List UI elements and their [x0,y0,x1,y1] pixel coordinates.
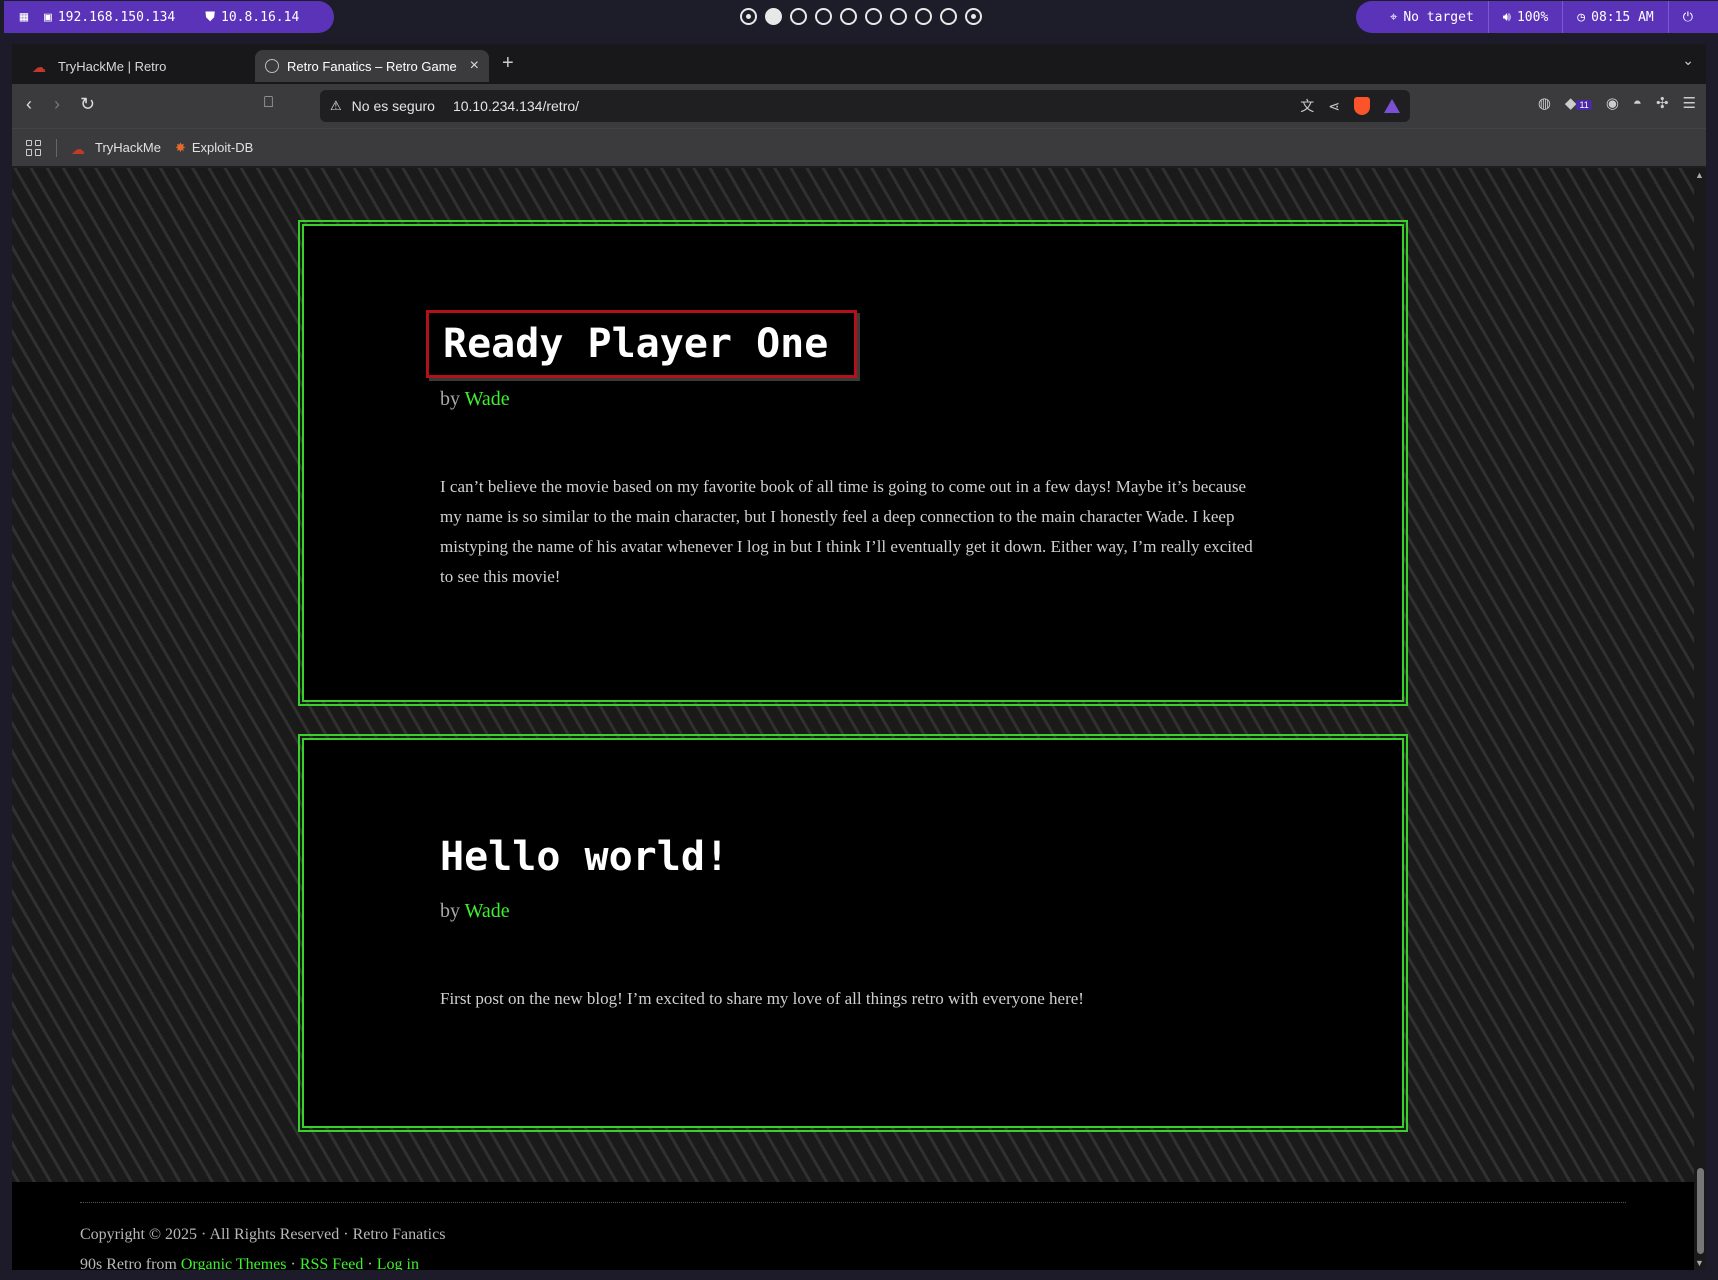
site-footer: Copyright © 2025 · All Rights Reserved ·… [12,1182,1694,1270]
address-bar[interactable]: ⚠ No es seguro 10.10.234.134/retro/ 文 ⋖ [320,90,1410,122]
workspace-4[interactable] [815,8,832,25]
menu-icon[interactable]: ☰ [1683,94,1696,112]
close-tab-icon[interactable]: × [470,57,479,75]
network-info-pill: ▦ ▣ 192.168.150.134 ⛊ 10.8.16.14 [4,1,334,33]
workspace-2[interactable] [765,8,782,25]
tab-retro-fanatics[interactable]: Retro Fanatics – Retro Game × [255,50,489,82]
ip-vpn: ⛊ 10.8.16.14 [205,9,300,25]
wappalyzer-icon[interactable]: ◍ [1538,94,1551,112]
workspace-9[interactable] [940,8,957,25]
post-title[interactable]: Ready Player One [426,310,858,378]
page-viewport[interactable]: Ready Player One by Wade I can’t believe… [12,168,1694,1270]
bookmark-icon[interactable]: ⎕ [264,94,273,111]
tab-list-chevron-icon[interactable]: ⌄ [1682,52,1694,69]
url-text[interactable]: 10.10.234.134/retro/ [453,98,579,114]
post-hello-world: Hello world! by Wade First post on the n… [298,734,1408,1132]
monitor-icon: ▣ [44,9,52,25]
system-bar: ▦ ▣ 192.168.150.134 ⛊ 10.8.16.14 ⌖ No targe… [0,0,1718,36]
browser-toolbar: ‹ › ↻ ⎕ ⚠ No es seguro 10.10.234.134/ret… [12,84,1706,128]
crosshair-icon: ⌖ [1390,9,1398,25]
organic-themes-link[interactable]: Organic Themes [181,1256,287,1270]
login-link[interactable]: Log in [377,1256,419,1270]
speaker-icon: 🔊︎ [1502,9,1511,25]
bookmark-exploit-db[interactable]: ✸ Exploit-DB [175,140,253,156]
exploit-db-icon: ✸ [174,139,186,155]
scroll-down-icon[interactable]: ▼ [1695,1258,1704,1268]
status-pill: ⌖ No target 🔊︎ 100% ◷ 08:15 AM ⏻ [1356,1,1718,33]
post-byline: by Wade [440,388,510,410]
post-title-wrap: Hello world! [426,828,743,886]
warning-icon: ⚠ [330,98,342,113]
vertical-scrollbar[interactable]: ▲ ▼ [1694,168,1706,1270]
workspace-1[interactable] [740,8,757,25]
tab-label: TryHackMe | Retro [58,58,167,74]
tab-strip: ☁ TryHackMe | Retro Retro Fanatics – Ret… [12,44,1706,84]
workspace-switcher [740,8,982,25]
bookmarks-bar: ☁ TryHackMe ✸ Exploit-DB [12,128,1706,166]
tryhackme-logo-icon: ☁ [32,59,46,75]
browser-window: ☁ TryHackMe | Retro Retro Fanatics – Ret… [12,44,1706,1270]
brave-rewards-icon[interactable] [1384,99,1400,113]
workspace-3[interactable] [790,8,807,25]
workspace-5[interactable] [840,8,857,25]
share-icon[interactable]: ⋖ [1328,98,1340,115]
shield-icon: ⛊ [205,9,215,25]
power-button[interactable]: ⏻ [1667,1,1707,33]
ip-primary: ▣ 192.168.150.134 [44,9,176,25]
tab-tryhackme[interactable]: ☁ TryHackMe | Retro [22,50,256,82]
clock-icon: ◷ [1577,9,1586,25]
tryhackme-logo-icon: ☁ [71,140,85,157]
tab-label: Retro Fanatics – Retro Game [287,58,457,74]
forward-button[interactable]: › [54,94,60,115]
footer-credits: 90s Retro from Organic Themes · RSS Feed… [80,1256,419,1270]
post-body: I can’t believe the movie based on my fa… [440,477,1253,586]
clock: ◷ 08:15 AM [1562,1,1667,33]
new-tab-button[interactable]: + [502,52,514,75]
volume-indicator[interactable]: 🔊︎ 100% [1487,1,1563,33]
workspace-10[interactable] [965,8,982,25]
scrollbar-thumb[interactable] [1697,1168,1704,1254]
target-indicator[interactable]: ⌖ No target [1376,1,1488,33]
cookie-icon[interactable]: ◉ [1606,94,1619,112]
post-title[interactable]: Hello world! [426,828,743,886]
extension-badge-icon[interactable]: ◆ 11 [1565,94,1592,112]
reload-button[interactable]: ↻ [80,94,95,115]
apps-menu-icon[interactable]: ▦ [4,9,44,25]
bookmark-separator [56,138,57,157]
workspace-8[interactable] [915,8,932,25]
author-link[interactable]: Wade [465,900,510,922]
workspace-7[interactable] [890,8,907,25]
footer-copyright: Copyright © 2025 · All Rights Reserved ·… [80,1226,446,1243]
extensions-area: ◍ ◆ 11 ◉ ◓ ✣ ☰ [1538,94,1696,113]
hat-icon[interactable]: ◓ [1633,95,1642,112]
rss-feed-link[interactable]: RSS Feed [300,1256,364,1270]
back-button[interactable]: ‹ [26,94,32,115]
translate-icon[interactable]: 文 [1300,96,1314,116]
brave-shields-icon[interactable] [1354,97,1370,115]
apps-grid-icon[interactable] [26,139,42,156]
post-body: First post on the new blog! I’m excited … [440,989,1084,1008]
globe-icon [265,59,279,73]
workspace-6[interactable] [865,8,882,25]
bookmark-tryhackme[interactable]: ☁ TryHackMe [71,140,161,157]
post-ready-player-one: Ready Player One by Wade I can’t believe… [298,220,1408,706]
scroll-up-icon[interactable]: ▲ [1695,170,1704,180]
power-icon: ⏻ [1682,9,1694,25]
footer-divider [80,1202,1626,1203]
puzzle-icon[interactable]: ✣ [1656,94,1669,112]
author-link[interactable]: Wade [465,388,510,410]
post-byline: by Wade [440,900,510,922]
post-title-highlight: Ready Player One [426,310,858,378]
security-label[interactable]: No es seguro [352,98,435,114]
